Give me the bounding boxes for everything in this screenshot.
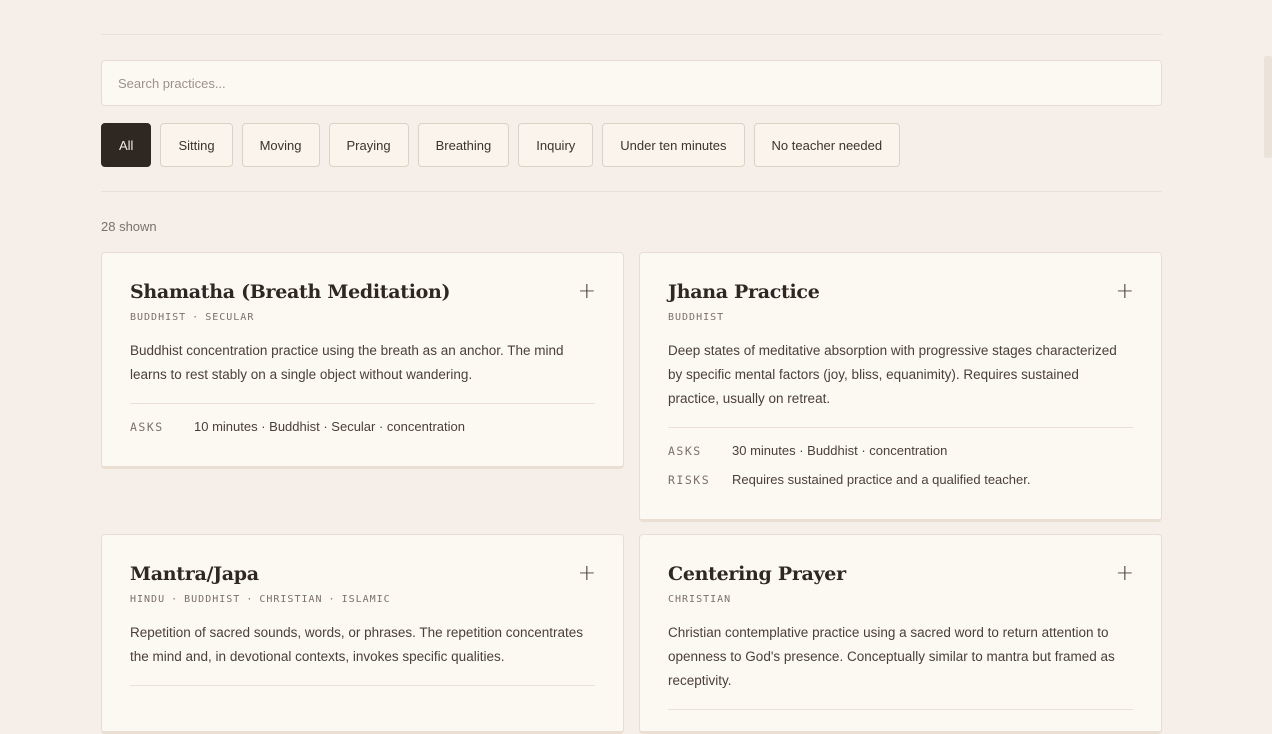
filter-chip-inquiry[interactable]: Inquiry	[518, 123, 594, 167]
asks-label: ASKS	[130, 420, 164, 434]
filter-chip-no-teacher-needed[interactable]: No teacher needed	[753, 123, 901, 167]
asks-value: 30 minutes · Buddhist · concentration	[732, 443, 948, 458]
filter-chip-moving[interactable]: Moving	[241, 123, 320, 167]
tag: ISLAMIC	[341, 594, 391, 605]
card-description: Repetition of sacred sounds, words, or p…	[130, 625, 584, 664]
risks-row: RISKS Requires sustained practice and a …	[668, 471, 1133, 489]
add-icon[interactable]: +	[1116, 280, 1134, 304]
tag: BUDDHIST	[668, 312, 725, 323]
asks-value: 10 minutes · Buddhist · Secular · concen…	[194, 419, 465, 434]
asks-row: ASKS 30 minutes · Buddhist · concentrati…	[668, 442, 1133, 460]
tag: BUDDHIST	[184, 594, 241, 605]
card-description: Deep states of meditative absorption wit…	[668, 343, 1117, 406]
tradition-tags: CHRISTIAN	[668, 594, 1133, 608]
card-title: Shamatha (Breath Meditation)	[130, 281, 451, 303]
tag: HINDU	[130, 594, 166, 605]
tradition-tags: BUDDHIST	[668, 312, 1133, 326]
practice-card[interactable]: Shamatha (Breath Meditation) + BUDDHIST ·…	[101, 252, 624, 469]
card-divider	[130, 685, 595, 686]
card-divider	[668, 427, 1133, 428]
card-title: Jhana Practice	[668, 281, 820, 303]
card-description: Buddhist concentration practice using th…	[130, 343, 564, 382]
practice-card[interactable]: Jhana Practice + BUDDHIST Deep states of…	[639, 252, 1162, 522]
filter-chip-breathing[interactable]: Breathing	[417, 123, 510, 167]
asks-row: ASKS 10 minutes · Buddhist · Secular · c…	[130, 418, 595, 436]
tag: SECULAR	[205, 312, 255, 323]
card-divider	[668, 709, 1133, 710]
top-divider	[101, 34, 1162, 35]
results-count: 28 shown	[101, 219, 157, 234]
tag: CHRISTIAN	[668, 594, 732, 605]
filter-chip-sitting[interactable]: Sitting	[160, 123, 233, 167]
add-icon[interactable]: +	[578, 562, 596, 586]
tradition-tags: BUDDHIST · SECULAR	[130, 312, 255, 323]
tag: CHRISTIAN	[259, 594, 323, 605]
card-title: Centering Prayer	[668, 563, 846, 585]
add-icon[interactable]: +	[578, 280, 596, 304]
asks-label: ASKS	[668, 444, 702, 458]
filter-chip-all[interactable]: All	[101, 123, 152, 167]
card-title: Mantra/Japa	[130, 563, 259, 585]
tradition-tags: HINDU · BUDDHIST · CHRISTIAN · ISLAMIC	[130, 594, 391, 605]
section-divider	[101, 191, 1162, 192]
practice-card[interactable]: Mantra/Japa + HINDU · BUDDHIST · CHRISTIAN · I…	[101, 534, 624, 734]
practice-card[interactable]: Centering Prayer + CHRISTIAN Christian c…	[639, 534, 1162, 734]
search-input[interactable]	[101, 60, 1162, 106]
filter-chip-praying[interactable]: Praying	[328, 123, 409, 167]
add-icon[interactable]: +	[1116, 562, 1134, 586]
risks-label: RISKS	[668, 473, 711, 487]
tag: BUDDHIST	[130, 312, 187, 323]
card-description: Christian contemplative practice using a…	[668, 625, 1115, 688]
filter-chip-under-ten-minutes[interactable]: Under ten minutes	[602, 123, 745, 167]
risks-value: Requires sustained practice and a qualif…	[732, 472, 1031, 487]
card-divider	[130, 403, 595, 404]
scrollbar[interactable]	[1264, 56, 1272, 158]
filter-bar: All Sitting Moving Praying Breathing Inq…	[101, 123, 909, 167]
